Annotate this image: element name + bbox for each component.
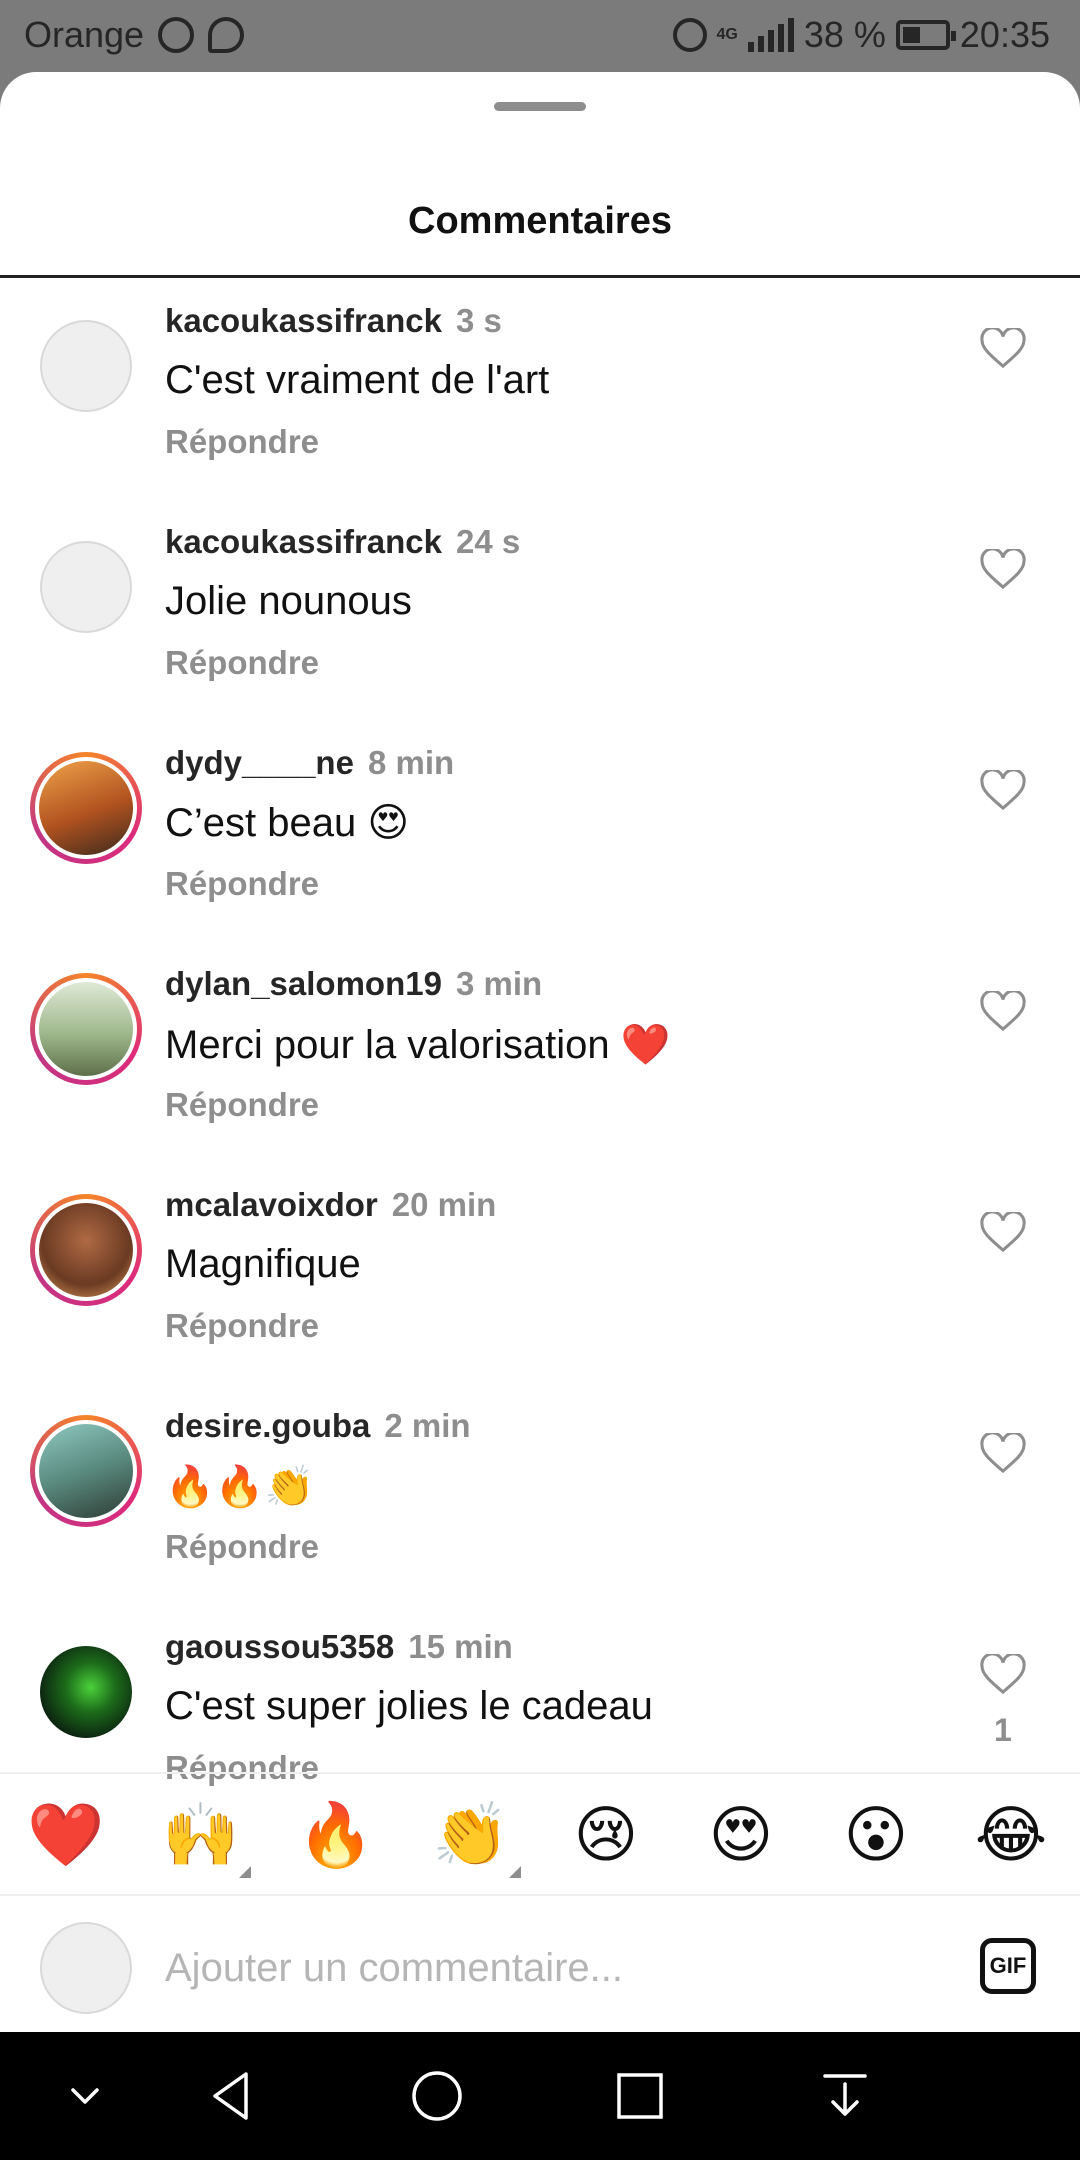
carrier-name: Orange — [24, 14, 145, 55]
comment-time: 8 min — [367, 744, 455, 781]
comments-sheet: Commentaires kacoukassifranck 3 s C'est v… — [0, 72, 1080, 2032]
battery-percent: 38 % — [803, 14, 886, 55]
heart-icon[interactable] — [980, 991, 1026, 1031]
reply-button[interactable]: Répondre — [165, 1086, 319, 1124]
whatsapp-icon — [158, 17, 195, 53]
comment-input[interactable] — [165, 1928, 945, 2008]
comment-item: kacoukassifranck 3 s C'est vraiment de l'… — [0, 278, 1080, 499]
quick-reaction-bar: ❤️ 🙌 🔥 👏 😢 😍 😮 😂 — [0, 1772, 1080, 1896]
comment-item: mcalavoixdor 20 min Magnifique Répondre — [0, 1162, 1080, 1383]
comment-text: 🔥🔥👏 — [165, 1465, 315, 1509]
avatar[interactable] — [30, 1194, 142, 1306]
comment-text: Magnifique — [165, 1242, 361, 1286]
reaction-raised-hands[interactable]: 🙌 — [159, 1796, 251, 1878]
avatar[interactable] — [30, 1415, 142, 1527]
comment-username[interactable]: kacoukassifranck — [165, 302, 442, 339]
comment-text: C'est super jolies le cadeau — [165, 1684, 653, 1728]
reply-button[interactable]: Répondre — [165, 423, 319, 461]
comment-username[interactable]: kacoukassifranck — [165, 523, 442, 560]
heart-icon[interactable] — [980, 1212, 1026, 1252]
comment-text: C’est beau 😍 — [165, 801, 410, 845]
reaction-fire[interactable]: 🔥 — [294, 1796, 378, 1876]
signal-icon — [747, 18, 794, 52]
comment-username[interactable]: dydy____ne — [165, 744, 354, 781]
heart-icon[interactable] — [980, 1654, 1026, 1694]
comment-time: 20 min — [391, 1186, 497, 1223]
messenger-icon — [208, 17, 245, 53]
comment-username[interactable]: gaoussou5358 — [165, 1628, 394, 1665]
comment-text: Jolie nounous — [165, 579, 412, 623]
comment-username[interactable]: desire.gouba — [165, 1407, 370, 1444]
alarm-icon — [672, 18, 707, 52]
reaction-raised-hands-glyph: 🙌 — [162, 1801, 240, 1870]
avatar — [40, 1922, 132, 2014]
heart-icon[interactable] — [980, 328, 1026, 368]
heart-icon[interactable] — [980, 1433, 1026, 1473]
reply-button[interactable]: Répondre — [165, 644, 319, 682]
comment-time: 24 s — [456, 523, 521, 560]
avatar[interactable] — [30, 973, 142, 1085]
reaction-crying[interactable]: 😢 — [564, 1796, 648, 1876]
avatar[interactable] — [30, 752, 142, 864]
reply-button[interactable]: Répondre — [165, 865, 319, 903]
back-icon[interactable] — [203, 2066, 263, 2126]
reply-button[interactable]: Répondre — [165, 1528, 319, 1566]
chevron-down-icon[interactable] — [55, 2066, 115, 2126]
heart-icon[interactable] — [980, 549, 1026, 589]
avatar[interactable] — [40, 1646, 132, 1738]
status-bar: Orange 4G 38 % 20:35 — [0, 0, 1080, 72]
comment-time: 15 min — [408, 1628, 513, 1665]
comment-time: 3 s — [456, 302, 502, 339]
reaction-clap[interactable]: 👏 — [429, 1796, 521, 1878]
comment-username[interactable]: mcalavoixdor — [165, 1186, 378, 1223]
comment-text: Merci pour la valorisation ❤️ — [165, 1023, 671, 1067]
comment-item: dylan_salomon19 3 min Merci pour la valor… — [0, 941, 1080, 1162]
heart-icon[interactable] — [980, 770, 1026, 810]
clock: 20:35 — [959, 14, 1050, 55]
comment-item: kacoukassifranck 24 s Jolie nounous Répon… — [0, 499, 1080, 720]
navigation-bar — [0, 2032, 1080, 2160]
comment-list: kacoukassifranck 3 s C'est vraiment de l'… — [0, 278, 1080, 1844]
comment-time: 2 min — [384, 1407, 471, 1444]
battery-icon — [895, 20, 956, 50]
comment-composer: GIF — [0, 1898, 1080, 2032]
sheet-title: Commentaires — [408, 200, 672, 242]
drag-handle[interactable] — [494, 102, 586, 111]
comment-text: C'est vraiment de l'art — [165, 358, 550, 402]
recents-icon[interactable] — [610, 2066, 670, 2126]
comment-item: desire.gouba 2 min 🔥🔥👏 Répondre — [0, 1383, 1080, 1604]
comment-time: 3 min — [455, 965, 543, 1002]
notification-pull-icon[interactable] — [815, 2066, 875, 2126]
comment-username[interactable]: dylan_salomon19 — [165, 965, 442, 1002]
avatar[interactable] — [40, 320, 132, 412]
reaction-heart-eyes[interactable]: 😍 — [699, 1796, 783, 1876]
avatar[interactable] — [40, 541, 132, 633]
reaction-clap-glyph: 👏 — [432, 1801, 510, 1870]
reaction-laughing[interactable]: 😂 — [969, 1796, 1053, 1876]
home-icon[interactable] — [407, 2066, 467, 2126]
like-count: 1 — [994, 1712, 1012, 1748]
comment-item: dydy____ne 8 min C’est beau 😍 Répondre — [0, 720, 1080, 941]
gif-button[interactable]: GIF — [980, 1938, 1036, 1994]
network-type: 4G — [716, 26, 738, 43]
reaction-surprised[interactable]: 😮 — [834, 1796, 918, 1876]
reaction-heart[interactable]: ❤️ — [24, 1796, 108, 1876]
reply-button[interactable]: Répondre — [165, 1307, 319, 1345]
